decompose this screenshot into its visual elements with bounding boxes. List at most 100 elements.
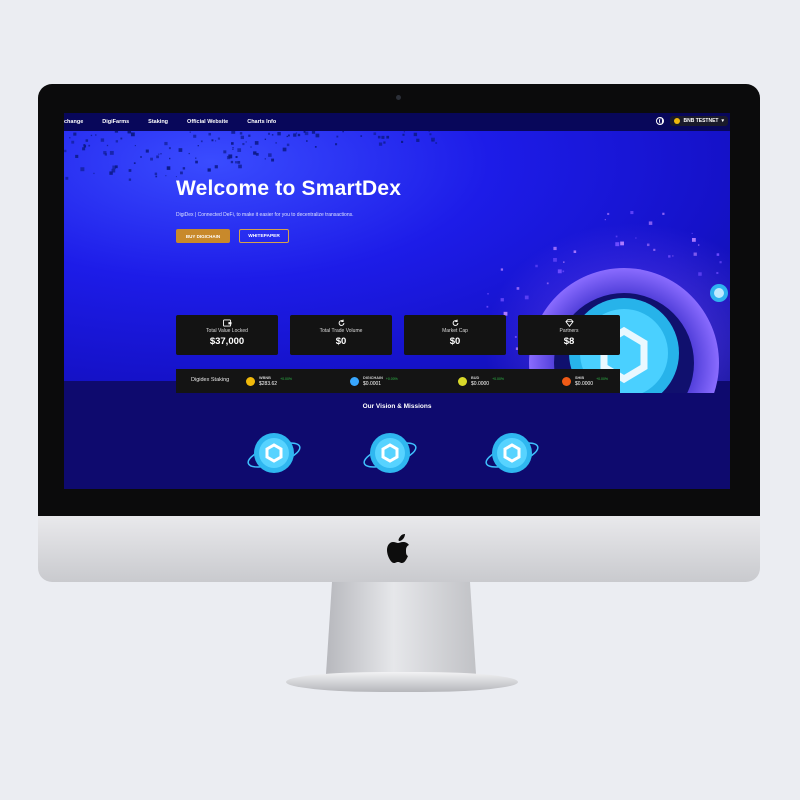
ticker-title: Digidex Staking	[191, 377, 230, 383]
particle-speckle	[235, 155, 238, 159]
ticker-item-digichain[interactable]: DIGICHAIN $0.0001 +0.00%	[350, 374, 398, 388]
network-selector-button[interactable]: BNB TESTNET ▾	[670, 116, 728, 126]
token-symbol: WBNB	[259, 375, 271, 380]
digichain-planet-icon	[247, 433, 301, 473]
network-label: BNB TESTNET	[683, 118, 719, 124]
token-price: $283.62	[259, 380, 278, 387]
particle-speckle	[140, 155, 142, 158]
particle-speckle	[232, 147, 234, 149]
particle-speckle	[314, 146, 317, 148]
particle-speckle	[653, 248, 656, 251]
token-change: +0.00%	[280, 376, 293, 381]
particle-speckle	[264, 158, 266, 160]
particle-speckle	[217, 137, 221, 140]
nav-link-digifarms[interactable]: DigiFarms	[102, 119, 129, 125]
stat-value: $37,000	[209, 336, 245, 347]
monitor-stand	[326, 582, 476, 674]
particle-speckle	[158, 153, 160, 155]
stat-value: $8	[563, 336, 575, 347]
particle-speckle	[80, 167, 85, 172]
hero-title: Welcome to SmartDex	[176, 177, 402, 200]
particle-speckle	[373, 132, 377, 136]
particle-speckle	[293, 133, 297, 137]
nav-link-official-website[interactable]: Official Website	[187, 119, 228, 125]
nav-link-charts-info[interactable]: Charts Info	[247, 119, 276, 125]
particle-speckle	[188, 152, 190, 155]
particle-speckle	[71, 140, 75, 144]
particle-speckle	[297, 133, 301, 137]
particle-speckle	[150, 157, 153, 161]
particle-speckle	[604, 219, 606, 221]
particle-speckle	[115, 140, 119, 143]
particle-speckle	[237, 148, 242, 152]
whitepaper-button[interactable]: WHITEPAPER	[239, 229, 289, 243]
particle-speckle	[383, 141, 386, 144]
particle-speckle	[83, 144, 86, 147]
stat-card-market-cap: Market Cap $0	[404, 315, 506, 355]
particle-speckle	[69, 137, 71, 139]
stat-value: $0	[449, 336, 461, 347]
nav-link-staking[interactable]: Staking	[148, 119, 168, 125]
ticker-item-wbnb[interactable]: WBNB $283.62 +0.00%	[246, 374, 292, 388]
particle-speckle	[232, 148, 234, 150]
particle-speckle	[200, 140, 203, 143]
globe-icon[interactable]	[656, 117, 665, 125]
top-navbar: change DigiFarms Staking Official Websit…	[64, 113, 730, 131]
particle-speckle	[237, 160, 241, 164]
particle-speckle	[336, 135, 339, 138]
particle-speckle	[73, 132, 77, 136]
buy-digichain-button[interactable]: BUY DIGICHAIN	[176, 229, 230, 243]
token-change: +0.00%	[596, 376, 609, 381]
particle-speckle	[403, 131, 406, 133]
particle-speckle	[154, 172, 158, 175]
particle-speckle	[165, 175, 167, 177]
particle-speckle	[377, 135, 381, 139]
browser-screen: change DigiFarms Staking Official Websit…	[64, 113, 730, 489]
particle-speckle	[238, 164, 242, 169]
wallet-icon	[222, 319, 231, 327]
shib-token-icon	[562, 376, 571, 386]
staking-price-ticker: Digidex Staking WBNB $283.62 +0.00% DIGI…	[176, 369, 620, 393]
particle-speckle	[607, 212, 610, 215]
particle-speckle	[248, 134, 251, 137]
particle-speckle	[215, 140, 217, 142]
stat-card-partners: Partners $8	[518, 315, 620, 355]
particle-speckle	[197, 145, 199, 147]
particle-speckle	[106, 144, 109, 147]
digichain-token-icon	[350, 376, 359, 386]
particle-speckle	[75, 154, 79, 158]
particle-speckle	[234, 161, 238, 164]
ticker-item-shib[interactable]: SHIB $0.0000 +0.00%	[562, 374, 608, 388]
token-price: $0.0001	[363, 380, 382, 387]
particle-speckle	[193, 134, 197, 138]
particle-speckle	[264, 138, 267, 140]
stat-label: Total Trade Volume	[319, 328, 363, 334]
particle-speckle	[648, 221, 653, 225]
particle-speckle	[630, 211, 634, 215]
particle-speckle	[180, 171, 183, 175]
particle-speckle	[195, 160, 198, 164]
particle-speckle	[82, 147, 86, 151]
particle-speckle	[90, 134, 93, 137]
particle-speckle	[315, 133, 320, 138]
particle-speckle	[245, 141, 247, 143]
particle-speckle	[429, 133, 432, 136]
particle-speckle	[88, 144, 91, 147]
particle-speckle	[304, 131, 309, 136]
particle-speckle	[311, 130, 316, 134]
particle-speckle	[189, 131, 191, 133]
particle-speckle	[620, 241, 624, 246]
particle-speckle	[615, 242, 620, 247]
hero-subtitle: DigiDex | Connected DeFi, to make it eas…	[176, 212, 354, 218]
particle-speckle	[207, 168, 211, 172]
particle-speckle	[250, 146, 252, 148]
particle-speckle	[271, 158, 275, 162]
particle-speckle	[166, 166, 171, 170]
token-symbol: DIGICHAIN	[363, 375, 383, 380]
particle-speckle	[164, 141, 168, 146]
particle-speckle	[240, 135, 245, 140]
ticker-item-bud[interactable]: BUD $0.0000 +0.00%	[458, 374, 504, 388]
nav-link-exchange[interactable]: change	[64, 119, 83, 125]
particle-speckle	[128, 178, 132, 181]
particle-speckle	[275, 142, 277, 144]
